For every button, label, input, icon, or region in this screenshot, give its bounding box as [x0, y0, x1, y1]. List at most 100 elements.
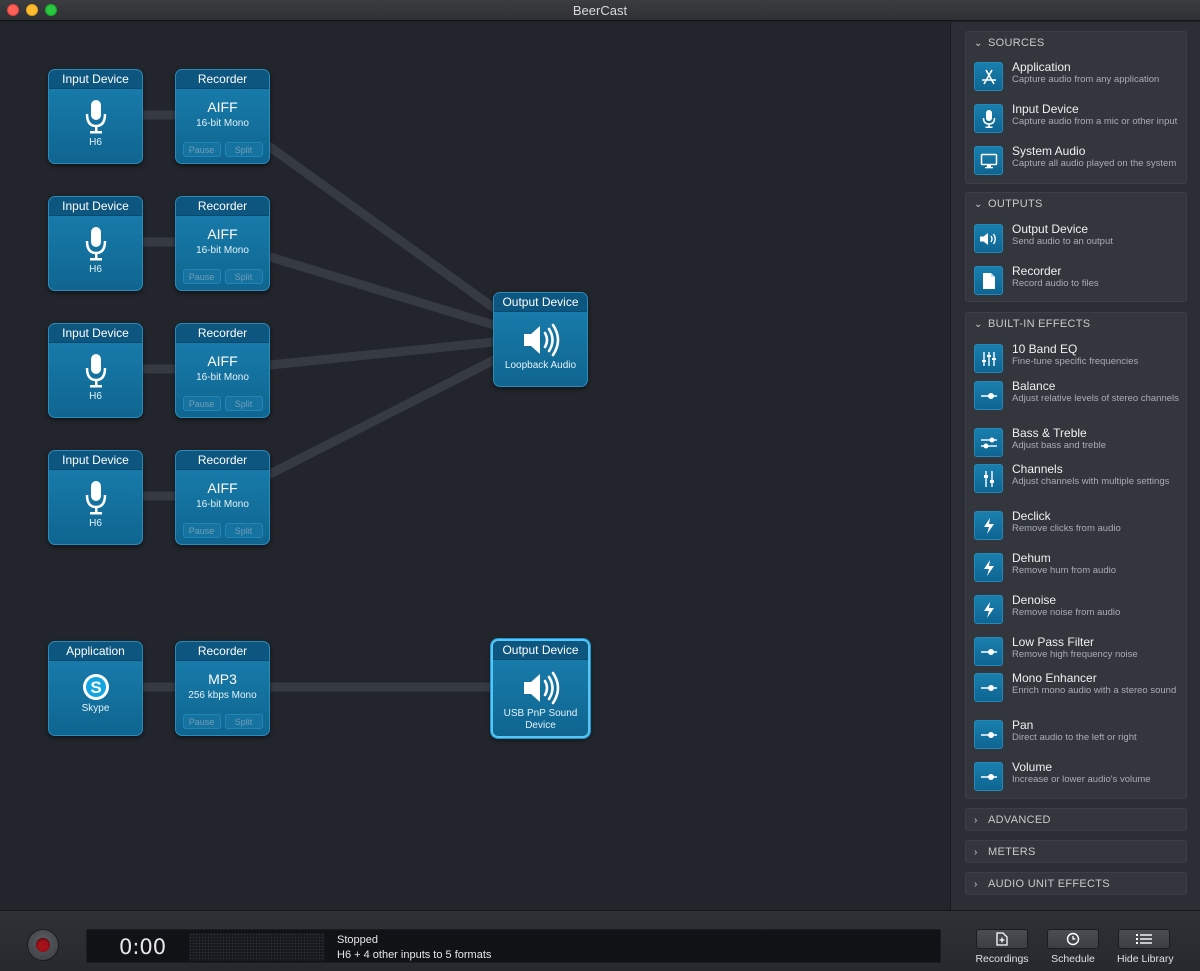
effect-item-volume[interactable]: Volume Increase or lower audio's volume — [974, 760, 1184, 791]
item-name: Application — [1012, 60, 1071, 74]
item-description: Adjust bass and treble — [1012, 440, 1107, 451]
library-sidebar: ⌄ SOURCES Application Capture audio from… — [950, 22, 1200, 910]
library-item-input-device[interactable]: Input Device Capture audio from a mic or… — [974, 102, 1184, 133]
audio-unit-effects-section[interactable]: › AUDIO UNIT EFFECTS — [965, 872, 1187, 895]
library-item-recorder[interactable]: Recorder Record audio to files — [974, 264, 1184, 295]
pipeline-canvas[interactable]: Input Device H6 Recorder AIFF 16-bit Mon… — [0, 22, 950, 910]
recorder-node-1[interactable]: Recorder AIFF 16-bit Mono Pause Split — [175, 69, 270, 164]
recorder-format: MP3 — [208, 671, 237, 687]
effect-item-low-pass-filter[interactable]: Low Pass Filter Remove high frequency no… — [974, 635, 1184, 666]
node-header: Input Device — [49, 70, 142, 89]
recordings-button[interactable]: Recordings — [975, 929, 1029, 965]
split-button[interactable]: Split — [224, 269, 263, 284]
pause-button[interactable]: Pause — [182, 142, 221, 157]
record-button[interactable] — [27, 929, 59, 961]
item-name: Volume — [1012, 760, 1053, 774]
item-name: Low Pass Filter — [1012, 635, 1095, 649]
input-device-node-2[interactable]: Input Device H6 — [48, 196, 143, 291]
status-display: 0:00 Stopped H6 + 4 other inputs to 5 fo… — [86, 929, 941, 963]
effect-item-channels[interactable]: Channels Adjust channels with multiple s… — [974, 462, 1184, 493]
chevron-down-icon: ⌄ — [974, 198, 983, 210]
recorder-node-5[interactable]: Recorder MP3 256 kbps Mono Pause Split — [175, 641, 270, 736]
schedule-button[interactable]: Schedule — [1046, 929, 1100, 965]
microphone-icon — [49, 353, 142, 389]
built-in-effects-header[interactable]: ⌄ BUILT-IN EFFECTS — [966, 313, 1186, 335]
node-header: Recorder — [176, 642, 269, 661]
split-button[interactable]: Split — [224, 396, 263, 411]
recorder-node-2[interactable]: Recorder AIFF 16-bit Mono Pause Split — [175, 196, 270, 291]
item-description: Remove hum from audio — [1012, 565, 1117, 576]
item-description: Remove noise from audio — [1012, 607, 1121, 618]
pause-button[interactable]: Pause — [182, 523, 221, 538]
hide-library-label: Hide Library — [1117, 953, 1174, 965]
effect-item-mono-enhancer[interactable]: Mono Enhancer Enrich mono audio with a s… — [974, 671, 1184, 702]
item-name: Dehum — [1012, 551, 1051, 565]
split-button[interactable]: Split — [224, 714, 263, 729]
split-button[interactable]: Split — [224, 523, 263, 538]
effect-item-denoise[interactable]: Denoise Remove noise from audio — [974, 593, 1184, 624]
title-bar: BeerCast — [0, 0, 1200, 21]
item-description: Capture audio from a mic or other input — [1012, 116, 1178, 127]
library-item-output-device[interactable]: Output Device Send audio to an output — [974, 222, 1184, 253]
section-title: SOURCES — [988, 37, 1045, 49]
recorder-detail: 16-bit Mono — [196, 499, 249, 510]
output-device-node-usb[interactable]: Output Device USB PnP Sound Device — [491, 639, 590, 738]
speaker-icon — [493, 670, 588, 706]
split-button[interactable]: Split — [224, 142, 263, 157]
pause-button[interactable]: Pause — [182, 396, 221, 411]
speaker-icon — [494, 322, 587, 358]
item-description: Capture all audio played on the system — [1012, 158, 1177, 169]
recorder-detail: 16-bit Mono — [196, 245, 249, 256]
slider-icon — [974, 673, 1003, 702]
application-node[interactable]: Application S Skype — [48, 641, 143, 736]
chevron-down-icon: ⌄ — [974, 318, 983, 330]
close-window-button[interactable] — [7, 4, 19, 16]
status-state: Stopped — [337, 934, 378, 946]
node-header: Recorder — [176, 451, 269, 470]
device-name: H6 — [89, 264, 102, 275]
effect-item-pan[interactable]: Pan Direct audio to the left or right — [974, 718, 1184, 749]
item-name: Balance — [1012, 379, 1056, 393]
output-device-node-loopback[interactable]: Output Device Loopback Audio — [493, 292, 588, 387]
pause-button[interactable]: Pause — [182, 269, 221, 284]
microphone-icon — [49, 226, 142, 262]
sources-header[interactable]: ⌄ SOURCES — [966, 32, 1186, 54]
zoom-window-button[interactable] — [45, 4, 57, 16]
node-header: Recorder — [176, 197, 269, 216]
item-name: Denoise — [1012, 593, 1057, 607]
effect-item-10-band-eq[interactable]: 10 Band EQ Fine-tune specific frequencie… — [974, 342, 1184, 373]
recorder-detail: 256 kbps Mono — [188, 690, 257, 701]
effect-item-bass-treble[interactable]: Bass & Treble Adjust bass and treble — [974, 426, 1184, 457]
minimize-window-button[interactable] — [26, 4, 38, 16]
library-item-application[interactable]: Application Capture audio from any appli… — [974, 60, 1184, 91]
status-text: Stopped H6 + 4 other inputs to 5 formats — [337, 933, 491, 963]
effect-item-balance[interactable]: Balance Adjust relative levels of stereo… — [974, 379, 1184, 410]
section-title: BUILT-IN EFFECTS — [988, 318, 1091, 330]
meters-section[interactable]: › METERS — [965, 840, 1187, 863]
output-name: USB PnP Sound Device — [503, 708, 578, 731]
outputs-header[interactable]: ⌄ OUTPUTS — [966, 193, 1186, 215]
slider-icon — [974, 637, 1003, 666]
input-device-node-3[interactable]: Input Device H6 — [48, 323, 143, 418]
schedule-label: Schedule — [1051, 953, 1095, 965]
advanced-section[interactable]: › ADVANCED — [965, 808, 1187, 831]
device-name: H6 — [89, 518, 102, 529]
record-icon — [36, 938, 50, 952]
recorder-node-3[interactable]: Recorder AIFF 16-bit Mono Pause Split — [175, 323, 270, 418]
effect-item-dehum[interactable]: Dehum Remove hum from audio — [974, 551, 1184, 582]
bass-treble-icon — [974, 428, 1003, 457]
elapsed-time: 0:00 — [119, 935, 167, 959]
skype-icon: S — [49, 673, 142, 701]
item-name: Pan — [1012, 718, 1034, 732]
pause-button[interactable]: Pause — [182, 714, 221, 729]
library-item-system-audio[interactable]: System Audio Capture all audio played on… — [974, 144, 1184, 175]
node-header: Recorder — [176, 70, 269, 89]
chevron-down-icon: ⌄ — [974, 37, 983, 49]
input-device-node-4[interactable]: Input Device H6 — [48, 450, 143, 545]
item-name: Mono Enhancer — [1012, 671, 1097, 685]
recorder-node-4[interactable]: Recorder AIFF 16-bit Mono Pause Split — [175, 450, 270, 545]
input-device-node-1[interactable]: Input Device H6 — [48, 69, 143, 164]
effect-item-declick[interactable]: Declick Remove clicks from audio — [974, 509, 1184, 540]
hide-library-button[interactable]: Hide Library — [1117, 929, 1174, 965]
microphone-icon — [49, 480, 142, 516]
